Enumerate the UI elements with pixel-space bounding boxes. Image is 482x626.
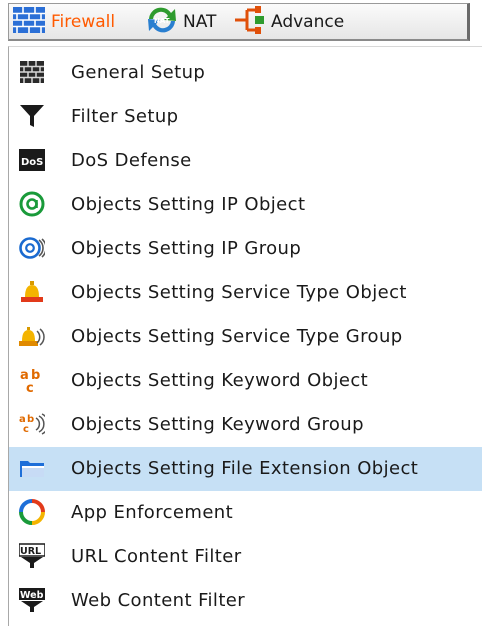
url-icon: URL xyxy=(19,543,45,569)
menu-item-ip-object[interactable]: Objects Setting IP Object xyxy=(9,183,482,227)
web-icon-text: Web xyxy=(20,590,44,601)
menu-item-label: Objects Setting IP Object xyxy=(71,194,306,215)
menu-item-label: Objects Setting Service Type Object xyxy=(71,282,407,303)
web-icon: Web xyxy=(19,587,45,613)
menu-item-url-content-filter[interactable]: URL URL Content Filter xyxy=(9,535,482,579)
nat-label: NAT xyxy=(183,12,217,32)
menu-item-label: Objects Setting Keyword Group xyxy=(71,414,364,435)
menu-item-app-enforcement[interactable]: App Enforcement xyxy=(9,491,482,535)
menu-item-label: Filter Setup xyxy=(71,106,179,127)
at-group-icon xyxy=(19,235,45,261)
abc-group-icon: a b c xyxy=(19,411,45,437)
menu-item-label: Objects Setting Service Type Group xyxy=(71,326,403,347)
firewall-dropdown-menu: General Setup Filter Setup DoS DoS Defen… xyxy=(8,46,482,626)
menu-item-web-content-filter[interactable]: Web Web Content Filter xyxy=(9,579,482,623)
bell-group-icon xyxy=(19,323,45,349)
svg-text:c: c xyxy=(26,381,34,393)
ring-icon xyxy=(19,499,45,525)
nat-icon-text: NAT xyxy=(154,17,170,25)
menu-item-keyword-object[interactable]: a b c Objects Setting Keyword Object xyxy=(9,359,482,403)
firewall-label: Firewall xyxy=(51,12,116,32)
bell-icon xyxy=(19,279,45,305)
menu-item-label: URL Content Filter xyxy=(71,546,242,567)
at-sign-icon xyxy=(19,191,45,217)
nat-arrows-icon: NAT xyxy=(145,5,179,39)
abc-icon: a b c xyxy=(19,367,45,393)
firewall-brick-icon xyxy=(13,7,45,37)
menu-item-service-type-group[interactable]: Objects Setting Service Type Group xyxy=(9,315,482,359)
menu-item-label: Objects Setting File Extension Object xyxy=(71,458,419,479)
menu-item-ip-group[interactable]: Objects Setting IP Group xyxy=(9,227,482,271)
menu-item-dos-defense[interactable]: DoS DoS Defense xyxy=(9,139,482,183)
advance-label: Advance xyxy=(271,12,345,32)
menu-item-file-extension-object[interactable]: Objects Setting File Extension Object xyxy=(9,447,482,491)
nat-menu-button[interactable]: NAT NAT xyxy=(145,4,216,40)
wall-icon xyxy=(19,59,45,85)
menu-item-label: General Setup xyxy=(71,62,206,83)
dos-icon: DoS xyxy=(19,147,45,173)
menu-item-label: Web Content Filter xyxy=(71,590,246,611)
url-icon-text: URL xyxy=(20,546,41,557)
advance-flow-icon xyxy=(233,5,267,39)
menu-item-service-type-object[interactable]: Objects Setting Service Type Object xyxy=(9,271,482,315)
dos-icon-text: DoS xyxy=(21,157,43,168)
menu-item-label: Objects Setting IP Group xyxy=(71,238,302,259)
menu-item-filter-setup[interactable]: Filter Setup xyxy=(9,95,482,139)
menu-item-general-setup[interactable]: General Setup xyxy=(9,51,482,95)
menu-item-label: Objects Setting Keyword Object xyxy=(71,370,369,391)
svg-text:c: c xyxy=(23,424,29,435)
menu-item-label: DoS Defense xyxy=(71,150,192,171)
advance-menu-button[interactable]: Advance xyxy=(233,4,344,40)
menu-item-keyword-group[interactable]: a b c Objects Setting Keyword Group xyxy=(9,403,482,447)
menu-item-label: App Enforcement xyxy=(71,502,234,523)
firewall-menu-button[interactable]: Firewall xyxy=(13,4,115,40)
funnel-icon xyxy=(19,103,45,129)
folder-icon xyxy=(19,455,45,481)
top-toolbar: Firewall NAT NAT Advance xyxy=(8,3,470,41)
